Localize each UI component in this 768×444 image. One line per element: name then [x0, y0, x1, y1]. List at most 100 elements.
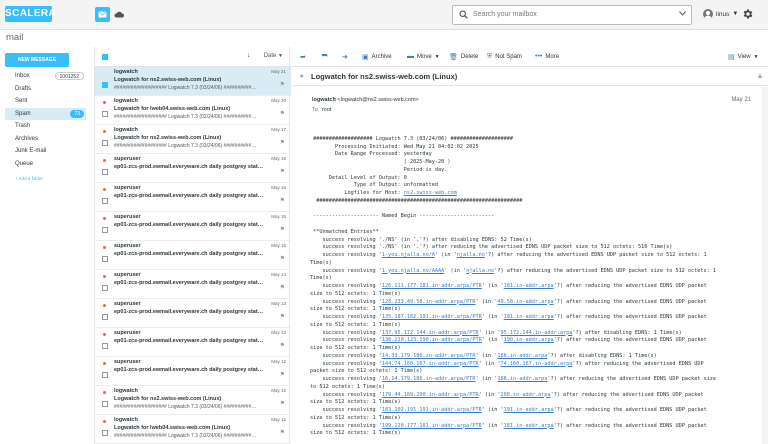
message-checkbox[interactable] [102, 430, 108, 436]
body-link[interactable]: 1-you.njalla.no/AAAA [382, 268, 444, 274]
sidebar-item-queue[interactable]: Queue [5, 158, 86, 171]
body-link[interactable]: 74.160.167.in-addr.arpa [501, 361, 573, 367]
body-link[interactable]: 199.120.177.181.in-addr.arpa/PTR [382, 423, 482, 429]
forward-button[interactable]: ➜ [342, 53, 348, 61]
body-link[interactable]: njalla.no [457, 252, 485, 258]
scroll-up-icon[interactable]: ▴ [758, 71, 762, 80]
list-item[interactable]: logwatch Logwatch for lweb04.swiss-web.co… [95, 415, 291, 444]
message-checkbox[interactable] [102, 285, 108, 291]
flag-icon[interactable]: ⚑ [280, 81, 285, 88]
sidebar-item-trash[interactable]: Trash [5, 120, 86, 133]
list-item[interactable]: logwatch Logwatch for lweb04.swiss-web.co… [95, 96, 291, 125]
message-checkbox[interactable] [102, 314, 108, 320]
list-item[interactable]: superuser ep01-zcs-prod.ewmail.everyware.… [95, 154, 291, 183]
search-box[interactable]: Search your mailbox [452, 5, 692, 25]
body-link[interactable]: 190.in-addr.arpa [504, 337, 554, 343]
body-link[interactable]: 200.in-addr.arpa [501, 392, 551, 398]
body-link[interactable]: 16.14.179.186.in-addr.arpa/PTR [382, 376, 476, 382]
user-menu[interactable]: linus ▼ [703, 9, 738, 19]
body-link[interactable]: 191.in-addr.arpa [504, 407, 554, 413]
message-checkbox[interactable] [102, 343, 108, 349]
flag-icon[interactable]: ⚑ [280, 110, 285, 117]
list-item[interactable]: superuser ep01-zcs-prod.ewmail.everyware.… [95, 212, 291, 241]
sender[interactable]: logwatch <logwatch@ns2.swiss-web.com> [312, 97, 419, 103]
list-item[interactable]: superuser ep01-zcs-prod.ewmail.everyware.… [95, 328, 291, 357]
recipient-name[interactable]: root [322, 107, 331, 113]
logo[interactable]: SCALERA [5, 6, 56, 22]
message-checkbox[interactable] [102, 140, 108, 146]
mail-app-button[interactable] [95, 7, 110, 22]
archive-button[interactable]: ▣ Archive [362, 53, 392, 61]
list-item[interactable]: logwatch Logwatch for ns2.swiss-web.com (… [95, 125, 291, 154]
flag-icon[interactable]: ⚑ [280, 255, 285, 262]
flag-icon[interactable]: ⚑ [280, 226, 285, 233]
body-link[interactable]: 191.in-addr.arpa [504, 314, 554, 320]
list-item[interactable]: superuser ep01-zcs-prod.ewmail.everyware.… [95, 299, 291, 328]
scrollbar[interactable] [762, 87, 768, 444]
flag-icon[interactable]: ⚑ [280, 400, 285, 407]
body-link[interactable]: 135.187.162.191.in-addr.arpa/PTR [382, 314, 482, 320]
body-link[interactable]: 128.233.49.58.in-addr.arpa/PTR [382, 299, 476, 305]
not-spam-button[interactable]: ⛨ Not Spam [487, 53, 522, 61]
view-button[interactable]: ▤ View ▼ [728, 53, 758, 61]
body-link[interactable]: 181.in-addr.arpa [504, 283, 554, 289]
reply-button[interactable]: ➦ [300, 53, 306, 61]
sidebar-item-junk-e-mail[interactable]: Junk E-mail [5, 145, 86, 158]
flag-icon[interactable]: ⚑ [280, 371, 285, 378]
flag-icon[interactable]: ⚑ [280, 284, 285, 291]
body-link[interactable]: 137.95.172.144.in-addr.arpa/PTR [382, 330, 479, 336]
flag-icon[interactable]: ⚑ [280, 342, 285, 349]
select-all-checkbox[interactable] [102, 54, 108, 60]
message-checkbox[interactable] [102, 82, 108, 88]
cloud-app-button[interactable] [111, 7, 126, 22]
list-item[interactable]: superuser ep01-zcs-prod.ewmail.everyware.… [95, 270, 291, 299]
body-link[interactable]: 186.in-addr.arpa [497, 353, 547, 359]
sidebar-item-sent[interactable]: Sent [5, 95, 86, 108]
sidebar-item-archives[interactable]: Archives [5, 133, 86, 146]
list-item[interactable]: superuser ep01-zcs-prod.ewmail.everyware.… [95, 183, 291, 212]
flag-icon[interactable]: ⚑ [280, 197, 285, 204]
body-link[interactable]: 138.210.123.190.in-addr.arpa/PTR [382, 337, 482, 343]
message-checkbox[interactable] [102, 198, 108, 204]
sidebar-item-spam[interactable]: Spam 73 [5, 107, 86, 120]
list-item[interactable]: superuser ep01-zcs-prod.ewmail.everyware.… [95, 357, 291, 386]
message-checkbox[interactable] [102, 169, 108, 175]
flag-icon[interactable]: ⚑ [280, 429, 285, 436]
body-link[interactable]: ns2.swiss-web.com [404, 190, 457, 196]
body-link[interactable]: 179.44.189.200.in-addr.arpa/PTR [382, 392, 479, 398]
sort-dropdown[interactable]: Date ▼ [264, 53, 283, 59]
move-button[interactable]: ▬ Move ▼ [407, 53, 440, 60]
delete-button[interactable]: 🗑 Delete [449, 53, 478, 61]
search-input[interactable]: Search your mailbox [473, 6, 537, 24]
gear-icon[interactable] [742, 8, 754, 20]
list-item[interactable]: logwatch Logwatch for ns2.swiss-web.com (… [95, 386, 291, 415]
reply-all-button[interactable]: ⮪ [321, 53, 328, 61]
chevron-down-icon[interactable] [679, 11, 686, 16]
message-checkbox[interactable] [102, 227, 108, 233]
sidebar-item-drafts[interactable]: Drafts [5, 83, 86, 96]
body-link[interactable]: njalla.no [466, 268, 494, 274]
body-link[interactable]: 95.172.144.in-addr.arpa [501, 330, 573, 336]
new-message-button[interactable]: NEW MESSAGE [5, 53, 69, 67]
message-checkbox[interactable] [102, 372, 108, 378]
sidebar-item-inbox[interactable]: Inbox 1001252 [5, 70, 86, 83]
message-checkbox[interactable] [102, 256, 108, 262]
flag-icon[interactable]: ⚑ [280, 168, 285, 175]
message-checkbox[interactable] [102, 401, 108, 407]
body-link[interactable]: 181.in-addr.arpa [504, 423, 554, 429]
body-link[interactable]: 1-you.njalla.no/A [382, 252, 435, 258]
list-item[interactable]: logwatch Logwatch for ns2.swiss-web.com (… [95, 67, 291, 96]
body-link[interactable]: 183.102.191.191.in-addr.arpa/PTR [382, 407, 482, 413]
add-folder-link[interactable]: + Add a folder [15, 176, 43, 181]
list-item[interactable]: superuser ep01-zcs-prod.ewmail.everyware.… [95, 241, 291, 270]
flag-icon[interactable]: ⚑ [280, 139, 285, 146]
sort-direction-icon[interactable]: ↓ [247, 52, 251, 59]
flag-icon[interactable]: ⚑ [280, 313, 285, 320]
star-icon[interactable]: ★ [299, 73, 304, 80]
body-link[interactable]: 144.74.160.167.in-addr.arpa/PTR [382, 361, 479, 367]
body-link[interactable]: 126.111.177.181.in-addr.arpa/PTR [382, 283, 482, 289]
body-link[interactable]: 14.33.179.186.in-addr.arpa/PTR [382, 353, 476, 359]
body-link[interactable]: 186.in-addr.arpa [497, 376, 547, 382]
message-checkbox[interactable] [102, 111, 108, 117]
body-link[interactable]: 49.58.in-addr.arpa [497, 299, 553, 305]
